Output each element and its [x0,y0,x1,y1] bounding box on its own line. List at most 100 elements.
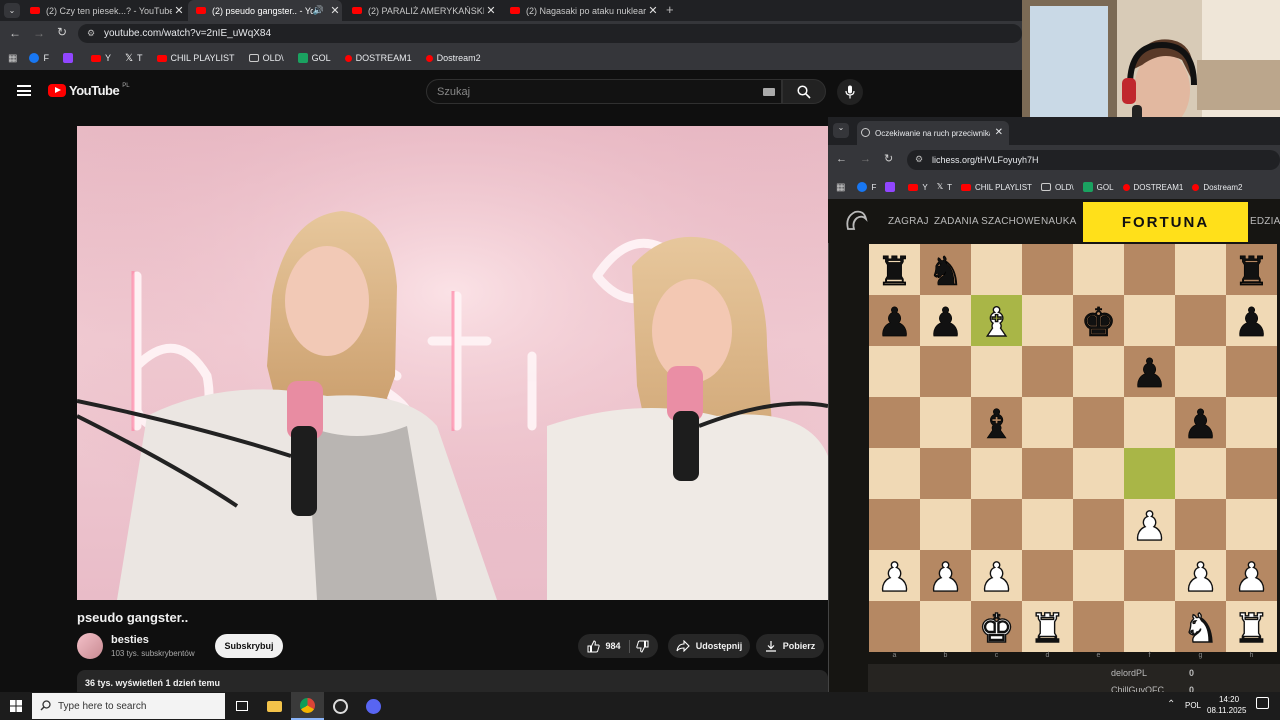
menu-learn[interactable]: NAUKA [1041,216,1076,227]
chess-board[interactable]: ♜ ♞ ♜ ♟ ♟ ♝ ♚ ♟ ♟ ♝ ♟ ♟ ♟ ♟ ♟ ♟ ♟ ♚ ♜ ♞ ♜ [869,244,1277,652]
bookmark-dostream2[interactable]: Dostream2 [425,53,481,63]
bookmark-dostream2[interactable]: Dostream2 [1192,183,1242,192]
bookmark-dostream1[interactable]: DOSTREAM1 [344,53,412,63]
white-pawn-icon[interactable]: ♟ [1131,503,1168,550]
board-square-e5[interactable] [1073,397,1124,448]
board-square-e6[interactable] [1073,346,1124,397]
close-icon[interactable]: ✕ [646,4,660,17]
apps-grid-icon[interactable]: ▦ [8,53,17,64]
bookmark-facebook[interactable]: F [29,53,49,63]
forward-arrow-icon[interactable]: → [860,153,871,165]
video-player[interactable] [77,126,828,600]
black-pawn-icon[interactable]: ♟ [1131,350,1168,397]
board-square-a3[interactable] [869,499,920,550]
black-pawn-icon[interactable]: ♟ [927,299,964,346]
board-square-c4[interactable] [971,448,1022,499]
white-pawn-icon[interactable]: ♟ [1182,554,1219,601]
bookmark-dostream1[interactable]: DOSTREAM1 [1122,183,1183,192]
board-square-a1[interactable] [869,601,920,652]
white-rook-icon[interactable]: ♜ [1233,605,1270,652]
menu-puzzles[interactable]: ZADANIA SZACHOWE [934,216,1041,227]
board-square-b4[interactable] [920,448,971,499]
white-pawn-icon[interactable]: ♟ [927,554,964,601]
speaker-icon[interactable]: 🔊 [313,5,324,16]
board-square-b6[interactable] [920,346,971,397]
tab-2[interactable]: (2) PARALIŻ AMERYKAŃSKIEGO ✕ [344,0,498,21]
board-square-f7[interactable] [1124,295,1175,346]
taskbar-file-explorer[interactable] [258,692,291,720]
black-pawn-icon[interactable]: ♟ [1182,401,1219,448]
bookmark-folder-old[interactable]: OLD\ [1040,183,1074,192]
board-square-c3[interactable] [971,499,1022,550]
channel-name[interactable]: besties [111,634,149,646]
download-button[interactable]: Pobierz [756,634,824,658]
board-square-e3[interactable] [1073,499,1124,550]
white-pawn-icon[interactable]: ♟ [978,554,1015,601]
bookmark-youtube[interactable]: Y [908,183,928,192]
chevron-down-icon[interactable]: ⌄ [833,123,849,138]
board-square-g3[interactable] [1175,499,1226,550]
board-square-g4[interactable] [1175,448,1226,499]
tab-search-button[interactable]: ⌄ [4,3,20,18]
share-button[interactable]: Udostępnij [668,634,750,658]
taskbar-obs[interactable] [324,692,357,720]
board-square-h3[interactable] [1226,499,1277,550]
board-square-f4[interactable] [1124,448,1175,499]
search-button[interactable] [782,79,826,104]
youtube-logo[interactable]: YouTube PL [48,83,130,98]
black-pawn-icon[interactable]: ♟ [1233,299,1270,346]
board-square-a6[interactable] [869,346,920,397]
bookmark-facebook[interactable]: F [857,182,876,192]
board-square-d2[interactable] [1022,550,1073,601]
bookmark-youtube[interactable]: Y [90,53,111,63]
board-square-d6[interactable] [1022,346,1073,397]
close-icon[interactable]: ✕ [484,4,498,17]
search-input[interactable]: Szukaj [426,79,782,104]
board-square-g7[interactable] [1175,295,1226,346]
bookmark-folder-old[interactable]: OLD\ [248,53,284,63]
black-knight-icon[interactable]: ♞ [927,249,964,296]
lichess-logo-icon[interactable] [842,207,870,235]
board-square-d7[interactable] [1022,295,1073,346]
white-king-icon[interactable]: ♚ [978,605,1015,652]
menu-cut-item[interactable]: EDZIA [1250,216,1280,227]
white-pawn-icon[interactable]: ♟ [1233,554,1270,601]
back-arrow-icon[interactable]: ← [9,26,21,40]
board-square-b3[interactable] [920,499,971,550]
site-info-icon[interactable]: ⚙ [87,28,95,39]
apps-grid-icon[interactable]: ▦ [836,182,845,193]
board-square-h6[interactable] [1226,346,1277,397]
like-button[interactable]: 984 [587,639,630,653]
board-square-e2[interactable] [1073,550,1124,601]
bookmark-x[interactable]: 𝕏T [937,182,952,192]
clock-time[interactable]: 14:20 [1219,695,1239,704]
board-square-a4[interactable] [869,448,920,499]
bookmark-gol[interactable]: GOL [297,53,331,63]
board-square-g6[interactable] [1175,346,1226,397]
bookmark-twitch[interactable] [885,182,899,192]
black-king-icon[interactable]: ♚ [1080,299,1117,346]
bookmark-x[interactable]: 𝕏T [125,53,143,64]
board-square-d5[interactable] [1022,397,1073,448]
close-icon[interactable]: ✕ [328,4,342,17]
tab-1-active[interactable]: (2) pseudo gangster.. - You 🔊 ✕ [188,0,342,21]
board-square-a5[interactable] [869,397,920,448]
keyboard-icon[interactable] [763,88,775,96]
board-square-e8[interactable] [1073,244,1124,295]
board-square-b5[interactable] [920,397,971,448]
taskbar-search-input[interactable]: Type here to search [32,693,225,719]
bookmark-chil-playlist[interactable]: CHIL PLAYLIST [961,183,1032,192]
board-square-h4[interactable] [1226,448,1277,499]
reload-icon[interactable]: ↻ [57,25,67,39]
address-bar[interactable]: ⚙ youtube.com/watch?v=2nIE_uWqX84 [78,24,1022,43]
board-square-f5[interactable] [1124,397,1175,448]
channel-avatar[interactable] [77,633,103,659]
board-square-g8[interactable] [1175,244,1226,295]
lichess-tab[interactable]: Oczekiwanie na ruch przeciwnika ✕ [857,121,1009,145]
fortuna-ad-banner[interactable]: FORTUNA [1083,202,1248,242]
board-square-d3[interactable] [1022,499,1073,550]
clock-date[interactable]: 08.11.2025 [1207,706,1246,715]
close-icon[interactable]: ✕ [172,4,186,17]
white-rook-icon[interactable]: ♜ [1029,605,1066,652]
black-rook-icon[interactable]: ♜ [876,249,913,296]
